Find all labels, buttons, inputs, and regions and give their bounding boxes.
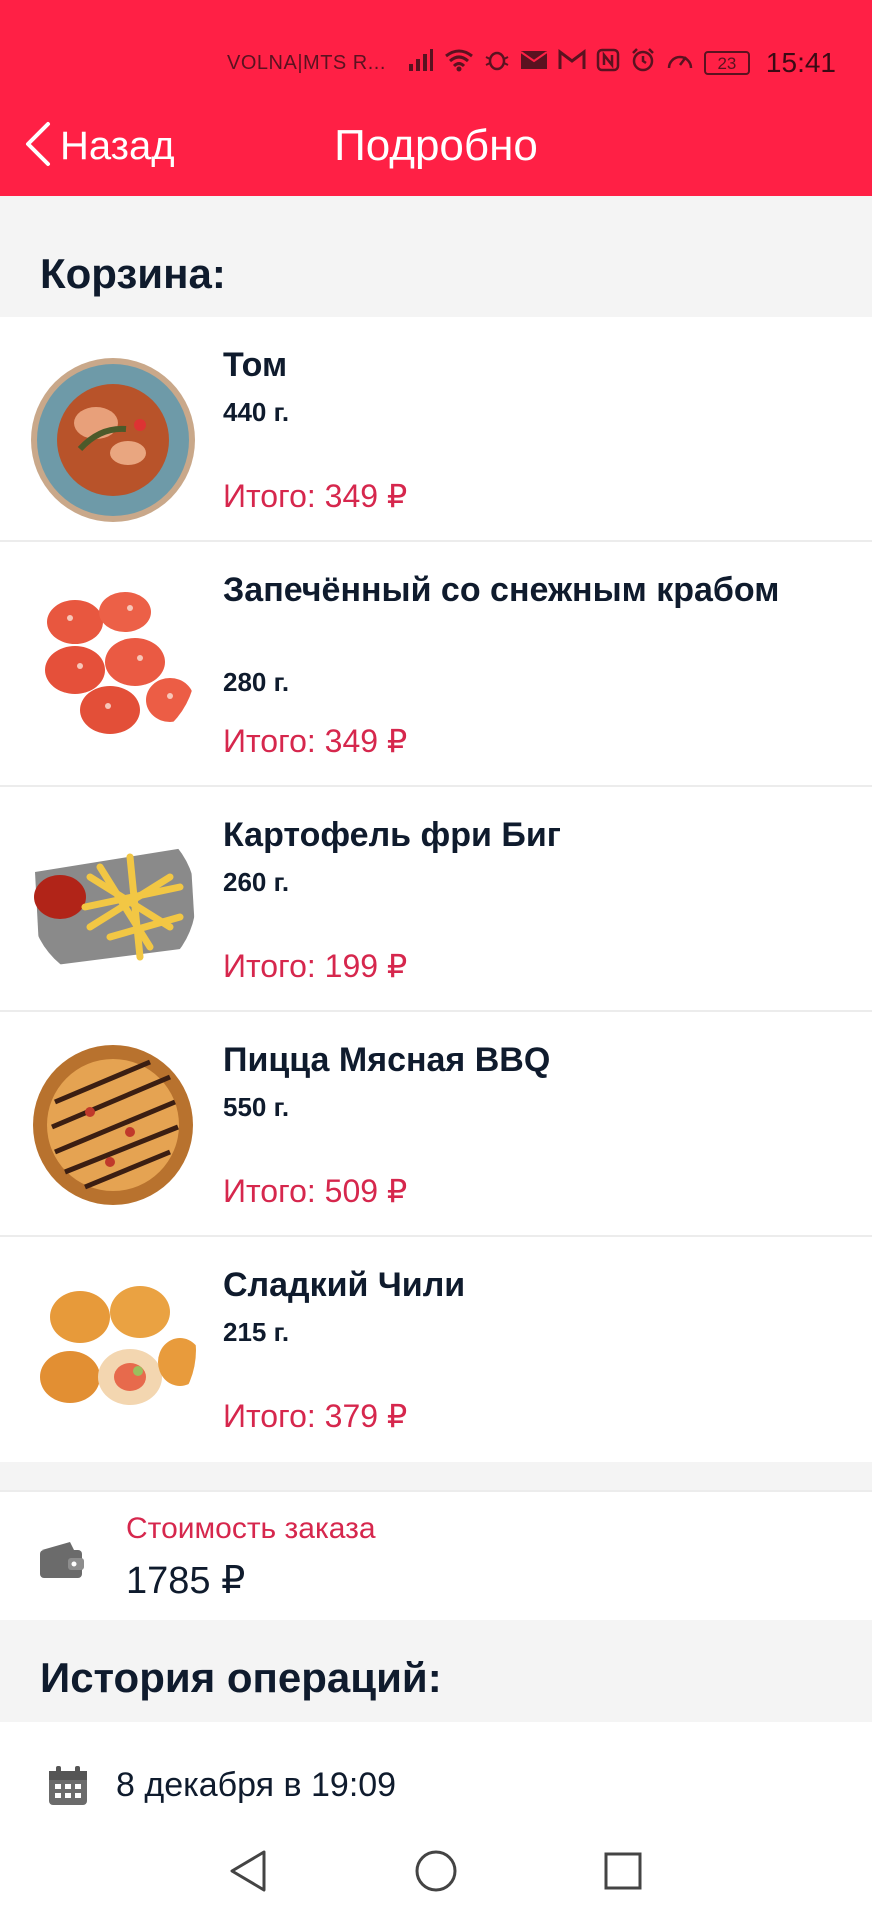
item-weight: 260 г.	[223, 867, 290, 897]
order-total-value: 1785 ₽	[126, 1560, 246, 1602]
wallet-icon	[38, 1540, 86, 1585]
back-button[interactable]: Назад	[22, 118, 175, 174]
chevron-left-icon	[22, 120, 52, 173]
cart-item[interactable]: Сладкий Чили 215 г. Итого: 379 ₽	[0, 1237, 872, 1462]
cart-item[interactable]: Запечённый со снежным крабом 280 г. Итог…	[0, 542, 872, 787]
item-weight: 550 г.	[223, 1092, 290, 1122]
app-header: VOLNA|MTS R... 23 15:41 Назад Подробно	[0, 0, 872, 196]
item-weight: 440 г.	[223, 397, 290, 427]
item-name: Пицца Мясная BBQ	[223, 1041, 551, 1079]
item-weight: 280 г.	[223, 667, 290, 697]
nav-recents-button[interactable]	[598, 1846, 648, 1896]
item-name: Запечённый со снежным крабом	[223, 571, 780, 609]
nav-back-button[interactable]	[224, 1846, 274, 1896]
item-image-soup	[30, 357, 196, 523]
mail-icon	[520, 49, 548, 78]
item-total: Итого: 379 ₽	[223, 1398, 408, 1434]
nav-home-button[interactable]	[411, 1846, 461, 1896]
speedometer-icon	[666, 48, 694, 79]
item-image-baked-rolls	[30, 582, 196, 748]
item-total: Итого: 199 ₽	[223, 948, 408, 984]
item-total: Итого: 349 ₽	[223, 723, 408, 759]
history-heading: История операций:	[40, 1654, 442, 1701]
back-label: Назад	[60, 123, 175, 168]
cart-item[interactable]: Картофель фри Биг 260 г. Итого: 199 ₽	[0, 787, 872, 1012]
signal-icon	[408, 48, 434, 79]
cart-section-header: Корзина:	[0, 214, 872, 317]
calendar-icon	[46, 1764, 90, 1813]
item-name: Том	[223, 346, 288, 384]
history-date: 8 декабря в 19:09	[116, 1766, 397, 1804]
carrier-name: VOLNA|MTS R...	[227, 51, 386, 74]
order-total-label: Стоимость заказа	[126, 1512, 376, 1545]
wifi-icon	[444, 48, 474, 79]
cart-list: Том 440 г. Итого: 349 ₽ Запечённый со сн…	[0, 317, 872, 1462]
cart-item[interactable]: Пицца Мясная BBQ 550 г. Итого: 509 ₽	[0, 1012, 872, 1237]
battery-icon: 23	[703, 51, 750, 75]
system-nav-bar	[0, 1822, 872, 1920]
item-total: Итого: 349 ₽	[223, 478, 408, 514]
bug-icon	[484, 48, 510, 79]
nfc-icon	[596, 48, 620, 79]
status-bar: VOLNA|MTS R... 23 15:41	[227, 40, 836, 86]
item-image-fries	[30, 817, 196, 983]
item-name: Сладкий Чили	[223, 1266, 466, 1304]
alarm-icon	[630, 47, 656, 80]
history-section-header: История операций:	[0, 1620, 872, 1722]
clock: 15:41	[765, 47, 836, 78]
item-image-pizza	[30, 1042, 196, 1208]
item-weight: 215 г.	[223, 1317, 290, 1347]
cart-heading: Корзина:	[40, 250, 226, 297]
gmail-icon	[558, 48, 586, 78]
order-total-card: Стоимость заказа 1785 ₽	[0, 1490, 872, 1620]
item-name: Картофель фри Биг	[223, 816, 561, 854]
cart-item[interactable]: Том 440 г. Итого: 349 ₽	[0, 317, 872, 542]
item-total: Итого: 509 ₽	[223, 1173, 408, 1209]
item-image-sushi	[30, 1267, 196, 1433]
